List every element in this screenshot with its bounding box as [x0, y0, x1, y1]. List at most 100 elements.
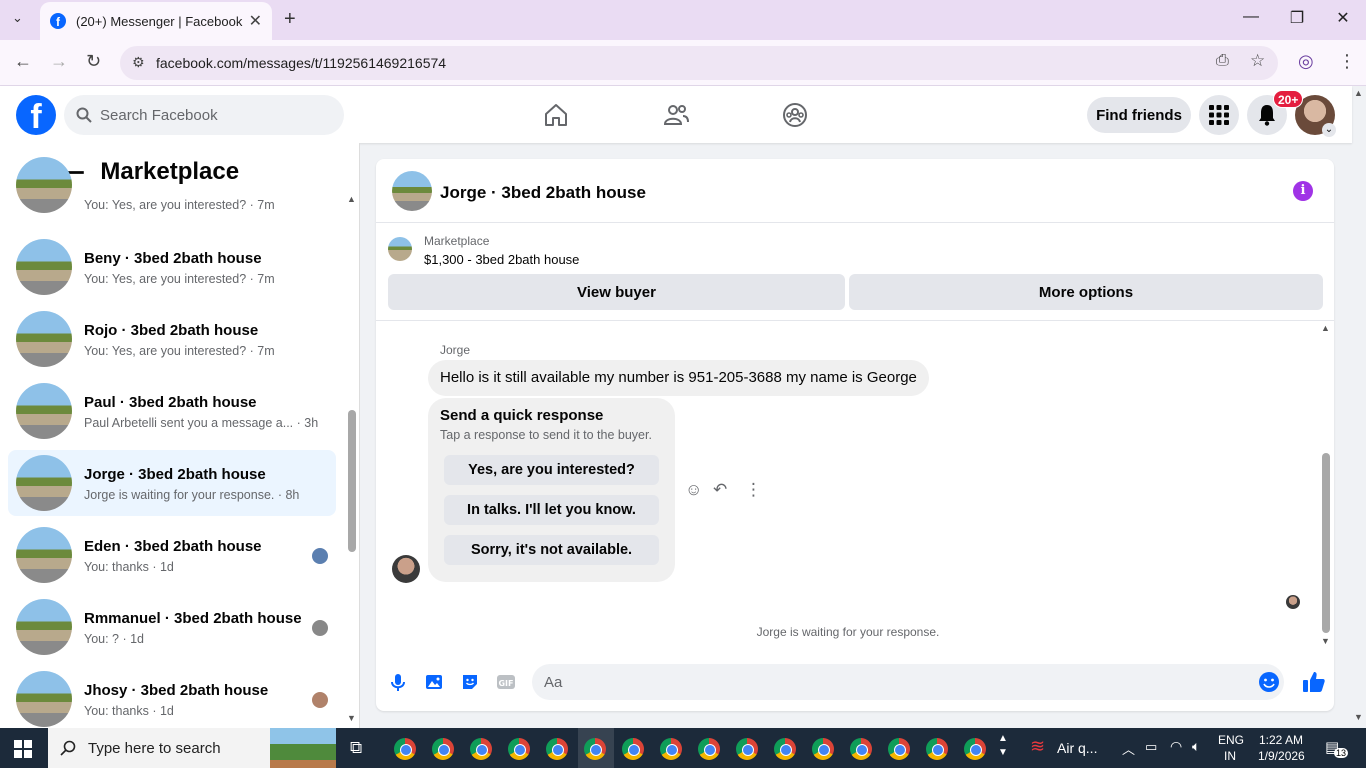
home-icon[interactable]	[543, 102, 569, 128]
conversation-info-icon[interactable]: i	[1293, 181, 1313, 201]
microphone-icon[interactable]	[388, 672, 408, 692]
account-chevron-icon[interactable]: ⌄	[1322, 123, 1336, 137]
react-icon[interactable]: ☺	[685, 480, 702, 500]
emoji-icon[interactable]	[1258, 671, 1280, 693]
listing-price-title[interactable]: $1,300 - 3bed 2bath house	[424, 252, 579, 267]
sticker-icon[interactable]	[460, 672, 480, 692]
browser-menu-icon[interactable]: ⋮	[1338, 51, 1356, 72]
conversation-item-rmmanuel[interactable]: Rmmanuel · 3bed 2bath house You: ? · 1d	[8, 594, 336, 660]
chrome-profile-icon[interactable]	[546, 738, 568, 760]
taskbar-search-input[interactable]: Type here to search	[48, 728, 336, 768]
chrome-profile-icon[interactable]	[812, 738, 834, 760]
more-options-button[interactable]: More options	[849, 274, 1323, 310]
close-window-icon[interactable]: ✕	[1320, 8, 1366, 28]
site-info-icon[interactable]: ⚙	[132, 54, 145, 71]
forward-icon[interactable]: →	[50, 51, 68, 72]
chrome-profile-icon[interactable]	[470, 738, 492, 760]
profile-icon[interactable]: ◎	[1298, 51, 1314, 72]
facebook-search-input[interactable]: Search Facebook	[64, 95, 344, 135]
clock-date[interactable]: 1/9/2026	[1258, 749, 1305, 763]
chrome-profile-icon[interactable]	[774, 738, 796, 760]
close-tab-icon[interactable]: ✕	[249, 11, 262, 31]
photo-icon[interactable]	[424, 672, 444, 692]
browser-tab[interactable]: f (20+) Messenger | Facebook ✕	[40, 2, 272, 40]
search-icon	[76, 107, 92, 123]
listing-thumbnail	[16, 311, 72, 367]
chat-title[interactable]: Jorge · 3bed 2bath house	[440, 183, 646, 203]
quick-response-button[interactable]: In talks. I'll let you know.	[444, 495, 659, 525]
chrome-profile-icon[interactable]	[964, 738, 986, 760]
menu-grid-button[interactable]	[1199, 95, 1239, 135]
clock-time[interactable]: 1:22 AM	[1259, 733, 1303, 747]
more-actions-icon[interactable]: ⋮	[745, 480, 762, 500]
chrome-profile-icon-active[interactable]	[584, 738, 606, 760]
message-input[interactable]: Aa	[532, 664, 1284, 700]
chat-listing-avatar[interactable]	[392, 171, 432, 211]
friends-icon[interactable]	[663, 102, 689, 128]
chrome-profile-icon[interactable]	[850, 738, 872, 760]
quick-response-button[interactable]: Sorry, it's not available.	[444, 535, 659, 565]
chrome-profile-icon[interactable]	[622, 738, 644, 760]
new-tab-button[interactable]: +	[284, 8, 296, 31]
listing-thumbnail[interactable]	[388, 237, 412, 261]
conversation-item-beny[interactable]: Beny · 3bed 2bath house You: Yes, are yo…	[8, 234, 336, 300]
incoming-message-bubble[interactable]: Hello is it still available my number is…	[428, 360, 929, 396]
chat-scroll-up-icon[interactable]: ▲	[1321, 323, 1330, 333]
windows-start-icon[interactable]	[14, 740, 32, 758]
conversation-item-rojo[interactable]: Rojo · 3bed 2bath house You: Yes, are yo…	[8, 306, 336, 372]
tab-search-chevron-icon[interactable]: ⌄	[12, 10, 23, 26]
chrome-profile-icon[interactable]	[660, 738, 682, 760]
language-code[interactable]: ENG	[1218, 733, 1244, 747]
view-buyer-button[interactable]: View buyer	[388, 274, 845, 310]
chrome-profile-icon[interactable]	[926, 738, 948, 760]
marketplace-sidebar: 🡐 Marketplace You: Yes, are you interest…	[0, 143, 360, 728]
hidden-icons-chevron[interactable]: ︿	[1122, 739, 1135, 758]
sidebar-scrollbar[interactable]	[348, 410, 356, 552]
sidebar-scroll-down-icon[interactable]: ▼	[347, 713, 356, 723]
chrome-profile-icon[interactable]	[432, 738, 454, 760]
back-icon[interactable]: ←	[14, 51, 32, 72]
chrome-profile-icon[interactable]	[394, 738, 416, 760]
page-scrollbar-down-icon[interactable]: ▼	[1354, 712, 1363, 722]
bookmark-star-icon[interactable]: ☆	[1250, 51, 1265, 71]
sidebar-scroll-up-icon[interactable]: ▲	[347, 194, 356, 204]
restore-icon[interactable]: ❐	[1274, 8, 1320, 28]
conversation-item-paul[interactable]: Paul · 3bed 2bath house Paul Arbetelli s…	[8, 378, 336, 444]
conversation-name: Paul · 3bed 2bath house	[84, 394, 257, 411]
conversation-item-jhosy[interactable]: Jhosy · 3bed 2bath house You: thanks · 1…	[8, 666, 336, 728]
chrome-profile-icon[interactable]	[888, 738, 910, 760]
address-bar[interactable]: ⚙ facebook.com/messages/t/11925614692165…	[120, 46, 1278, 80]
battery-icon[interactable]: ▭	[1145, 739, 1157, 755]
quick-response-button[interactable]: Yes, are you interested?	[444, 455, 659, 485]
task-view-icon[interactable]: ⧉	[350, 738, 362, 758]
reload-icon[interactable]: ↻	[86, 51, 101, 72]
facebook-logo-icon[interactable]: f	[16, 95, 56, 135]
chat-scroll-down-icon[interactable]: ▼	[1321, 636, 1330, 646]
weather-icon[interactable]: ≋	[1030, 736, 1045, 757]
region-code[interactable]: IN	[1224, 749, 1236, 763]
groups-icon[interactable]	[782, 102, 808, 128]
conversation-name: Eden · 3bed 2bath house	[84, 538, 262, 555]
weather-text[interactable]: Air q...	[1057, 740, 1097, 756]
gif-icon[interactable]: GIF	[496, 672, 516, 692]
conversation-name: Jorge · 3bed 2bath house	[84, 466, 266, 483]
conversation-item-jorge[interactable]: Jorge · 3bed 2bath house Jorge is waitin…	[8, 450, 336, 516]
page-scrollbar-up-icon[interactable]: ▲	[1354, 88, 1363, 98]
reply-icon[interactable]: ↶	[713, 480, 727, 500]
like-thumb-icon[interactable]	[1302, 670, 1326, 694]
volume-icon[interactable]: 🔈︎	[1192, 738, 1200, 755]
conversation-item[interactable]: You: Yes, are you interested? · 7m	[8, 157, 336, 233]
find-friends-button[interactable]: Find friends	[1087, 97, 1191, 133]
waiting-status-text: Jorge is waiting for your response.	[756, 625, 940, 639]
install-app-icon[interactable]: ⎙	[1216, 52, 1229, 70]
sender-avatar[interactable]	[392, 555, 420, 583]
chrome-profile-icon[interactable]	[698, 738, 720, 760]
conversation-item-eden[interactable]: Eden · 3bed 2bath house You: thanks · 1d	[8, 522, 336, 588]
chrome-profile-icon[interactable]	[736, 738, 758, 760]
wifi-icon[interactable]: ◠	[1170, 738, 1182, 755]
chrome-profile-icon[interactable]	[508, 738, 530, 760]
taskbar-overflow-icon[interactable]: ▲ ▼	[998, 732, 1008, 760]
marketplace-listing-bar: Marketplace $1,300 - 3bed 2bath house Vi…	[376, 223, 1334, 321]
chat-scrollbar[interactable]	[1322, 453, 1330, 633]
minimize-icon[interactable]: —	[1228, 8, 1274, 26]
